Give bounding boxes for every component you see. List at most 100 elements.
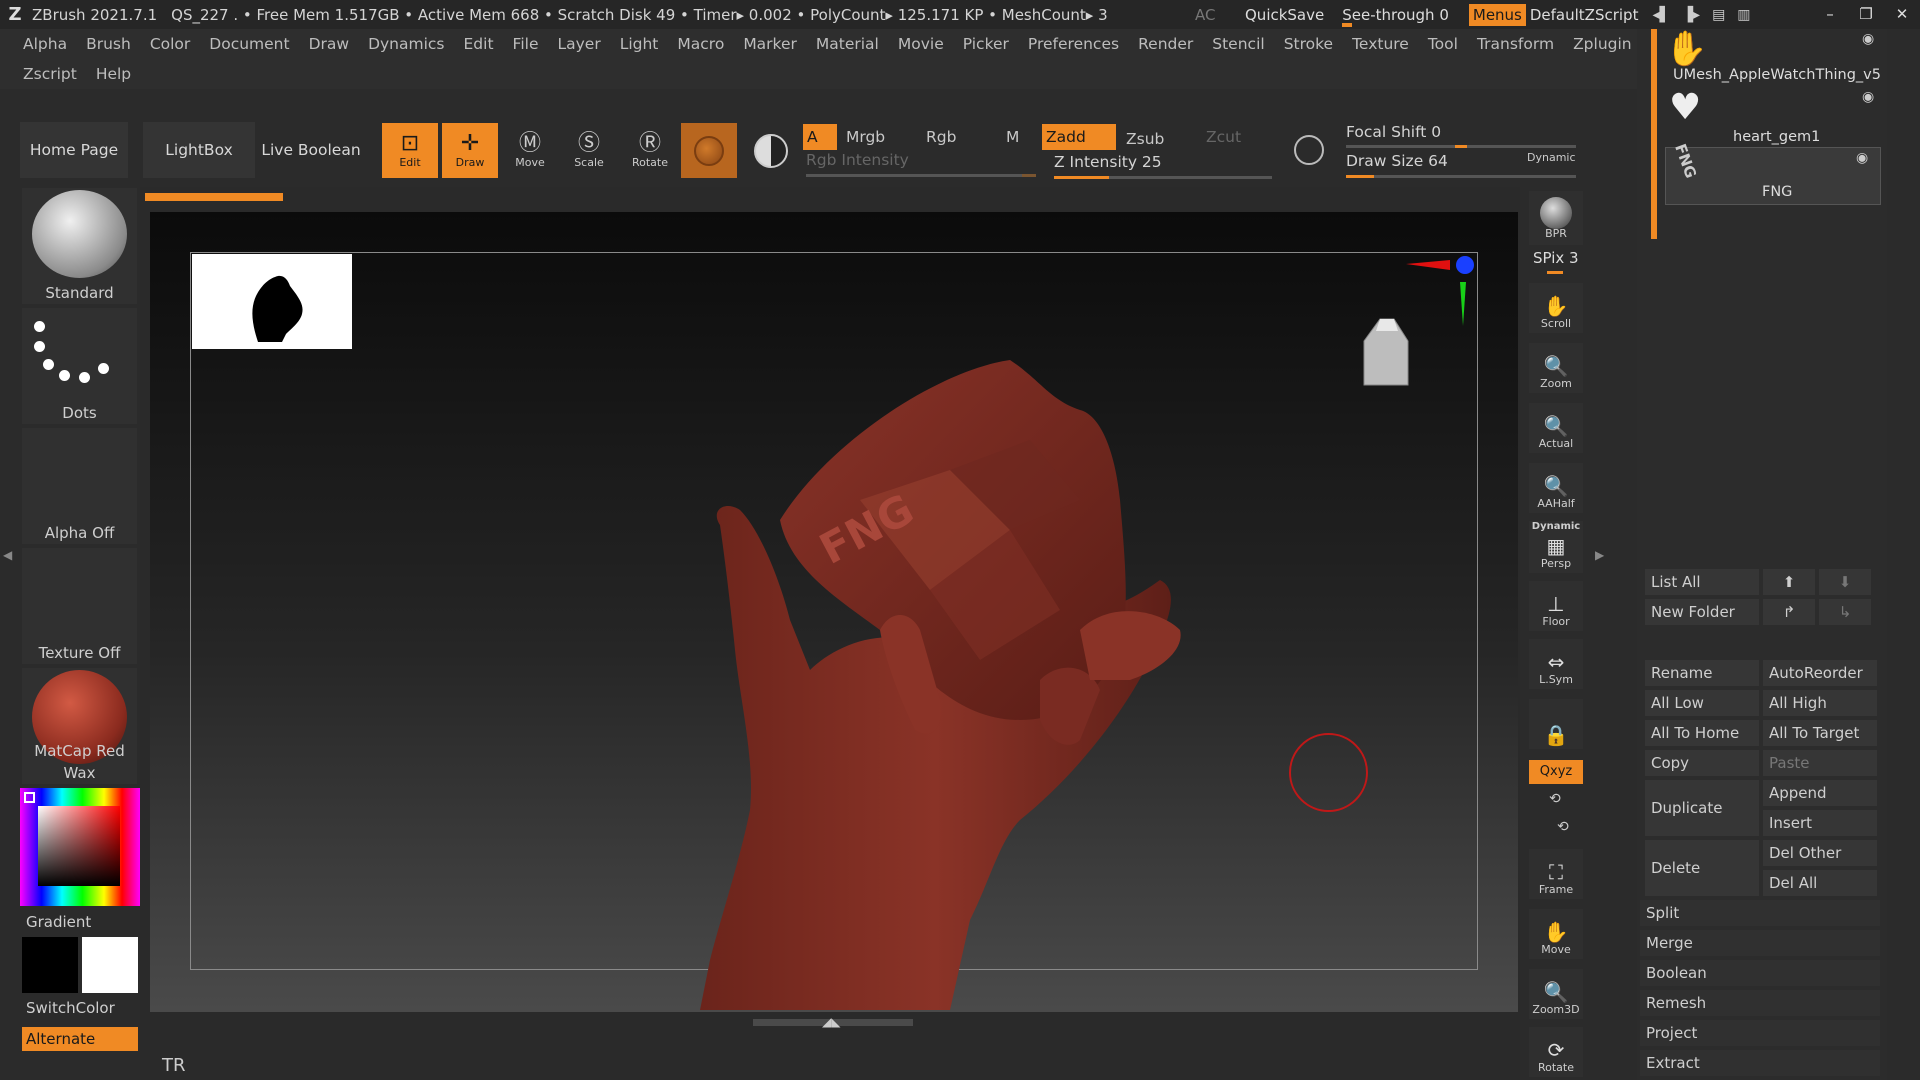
zoom3d-button[interactable]: 🔍 Zoom3D: [1529, 969, 1583, 1019]
all-high-button[interactable]: All High: [1763, 690, 1877, 716]
subtool-item-selected[interactable]: FNG FNG ◉: [1665, 141, 1881, 205]
menu-item[interactable]: Document: [209, 35, 289, 53]
del-all-button[interactable]: Del All: [1763, 870, 1877, 896]
floor-button[interactable]: ⊥ Floor: [1529, 581, 1583, 631]
scroll-button[interactable]: ✋ Scroll: [1529, 283, 1583, 333]
move-tool[interactable]: Ⓜ Move: [502, 123, 558, 178]
stroke-slot[interactable]: Dots: [22, 308, 137, 424]
color-picker-square[interactable]: [38, 806, 120, 886]
material-slot[interactable]: MatCap Red Wax: [22, 668, 137, 784]
left-tray-toggle-icon[interactable]: ◀: [3, 548, 12, 562]
menu-item[interactable]: Stencil: [1212, 35, 1264, 53]
copy-button[interactable]: Copy: [1645, 750, 1759, 776]
move-down-button[interactable]: ⬇: [1819, 569, 1871, 595]
all-low-button[interactable]: All Low: [1645, 690, 1759, 716]
subtool-item[interactable]: ✋ UMesh_AppleWatchThing_v5 ◉: [1665, 29, 1887, 87]
menu-item[interactable]: Picker: [963, 35, 1009, 53]
restore-icon[interactable]: ❐: [1848, 0, 1884, 29]
menu-item[interactable]: Brush: [86, 35, 131, 53]
rotate-z-icon[interactable]: ⟲: [1557, 819, 1569, 835]
draw-tool[interactable]: ✛ Draw: [442, 123, 498, 178]
persp-button[interactable]: Dynamic ▦ Persp: [1529, 521, 1583, 573]
live-boolean-button[interactable]: Live Boolean: [258, 122, 364, 178]
rotate-y-icon[interactable]: ⟲: [1549, 791, 1561, 807]
del-other-button[interactable]: Del Other: [1763, 840, 1877, 866]
append-button[interactable]: Append: [1763, 780, 1877, 806]
menu-item[interactable]: Movie: [898, 35, 944, 53]
menu-item[interactable]: Zscript: [23, 65, 77, 83]
menu-item[interactable]: Render: [1138, 35, 1193, 53]
move-up-button[interactable]: ⬆: [1763, 569, 1815, 595]
menu-item[interactable]: Draw: [309, 35, 349, 53]
default-zscript-button[interactable]: DefaultZScript: [1530, 6, 1639, 24]
rgb-toggle[interactable]: Rgb: [926, 124, 956, 150]
move-view-button[interactable]: ✋ Move: [1529, 909, 1583, 959]
visibility-eye-icon[interactable]: ◉: [1862, 89, 1874, 105]
insert-button[interactable]: Insert: [1763, 810, 1877, 836]
mrgb-toggle[interactable]: Mrgb: [846, 124, 885, 150]
see-through-slider[interactable]: See-through 0: [1342, 6, 1469, 27]
menu-item[interactable]: Marker: [743, 35, 797, 53]
duplicate-button[interactable]: Duplicate: [1645, 780, 1759, 836]
lock-button[interactable]: 🔒: [1529, 699, 1583, 749]
menu-item[interactable]: Dynamics: [368, 35, 444, 53]
material-sphere-button[interactable]: [681, 123, 737, 178]
actual-button[interactable]: 🔍 Actual: [1529, 403, 1583, 453]
delete-button[interactable]: Delete: [1645, 840, 1759, 896]
rotate-tool[interactable]: Ⓡ Rotate: [622, 123, 678, 178]
menu-item[interactable]: Material: [816, 35, 879, 53]
color-sphere-button[interactable]: [747, 123, 795, 178]
all-to-target-button[interactable]: All To Target: [1763, 720, 1877, 746]
zsub-toggle[interactable]: Zsub: [1126, 126, 1164, 152]
split-button[interactable]: Split: [1640, 900, 1880, 926]
scale-tool[interactable]: Ⓢ Scale: [561, 123, 617, 178]
remesh-button[interactable]: Remesh: [1640, 990, 1880, 1016]
menu-item[interactable]: Macro: [677, 35, 724, 53]
lsym-button[interactable]: ⇔ L.Sym: [1529, 639, 1583, 689]
visibility-eye-icon[interactable]: ◉: [1856, 150, 1868, 166]
ac-toggle[interactable]: AC: [1195, 6, 1245, 24]
texture-slot[interactable]: Texture Off: [22, 548, 137, 664]
menu-item[interactable]: Light: [620, 35, 659, 53]
project-button[interactable]: Project: [1640, 1020, 1880, 1046]
menu-item[interactable]: Transform: [1477, 35, 1554, 53]
lightbox-button[interactable]: LightBox: [143, 122, 255, 178]
hide-right-icon[interactable]: ▐▸: [1682, 7, 1700, 23]
view-cube-icon[interactable]: [1350, 305, 1422, 391]
a-toggle[interactable]: A: [803, 124, 837, 150]
model-hand-holding-gem[interactable]: FNG: [680, 360, 1200, 1010]
layout-a-icon[interactable]: ▤: [1712, 7, 1725, 23]
frame-button[interactable]: ⛶ Frame: [1529, 849, 1583, 899]
new-folder-button[interactable]: New Folder: [1645, 599, 1759, 625]
list-all-button[interactable]: List All: [1645, 569, 1759, 595]
alternate-toggle[interactable]: Alternate: [22, 1027, 138, 1051]
menu-item[interactable]: Layer: [557, 35, 600, 53]
minimize-icon[interactable]: –: [1812, 0, 1848, 29]
boolean-button[interactable]: Boolean: [1640, 960, 1880, 986]
xyz-toggle[interactable]: Qxyz: [1529, 760, 1583, 784]
panel-scrollbar[interactable]: [1651, 29, 1657, 239]
menu-item[interactable]: Color: [150, 35, 190, 53]
menu-item[interactable]: Edit: [464, 35, 494, 53]
switchcolor-button[interactable]: SwitchColor: [26, 999, 115, 1017]
rotate-view-button[interactable]: ⟳ Rotate: [1529, 1027, 1583, 1077]
extract-button[interactable]: Extract: [1640, 1050, 1880, 1076]
menu-item[interactable]: Stroke: [1284, 35, 1333, 53]
bpr-button[interactable]: BPR: [1529, 191, 1583, 245]
close-icon[interactable]: ✕: [1884, 0, 1920, 29]
rename-button[interactable]: Rename: [1645, 660, 1759, 686]
brush-slot[interactable]: Standard: [22, 188, 137, 304]
zoom-button[interactable]: 🔍 Zoom: [1529, 343, 1583, 393]
merge-button[interactable]: Merge: [1640, 930, 1880, 956]
subtool-item[interactable]: ♥ heart_gem1 ◉: [1665, 87, 1887, 145]
hide-left-icon[interactable]: ◂▌: [1652, 7, 1670, 23]
zcut-toggle[interactable]: Zcut: [1206, 124, 1241, 150]
right-tray-toggle-icon[interactable]: ▶: [1595, 548, 1604, 562]
paste-button[interactable]: Paste: [1763, 750, 1877, 776]
aahalf-button[interactable]: 🔍 AAHalf: [1529, 463, 1583, 513]
color-picker[interactable]: [20, 788, 140, 906]
autoreorder-button[interactable]: AutoReorder: [1763, 660, 1877, 686]
menu-item[interactable]: Alpha: [23, 35, 67, 53]
menu-item[interactable]: Tool: [1428, 35, 1458, 53]
lazy-mouse-button[interactable]: [1288, 129, 1330, 171]
